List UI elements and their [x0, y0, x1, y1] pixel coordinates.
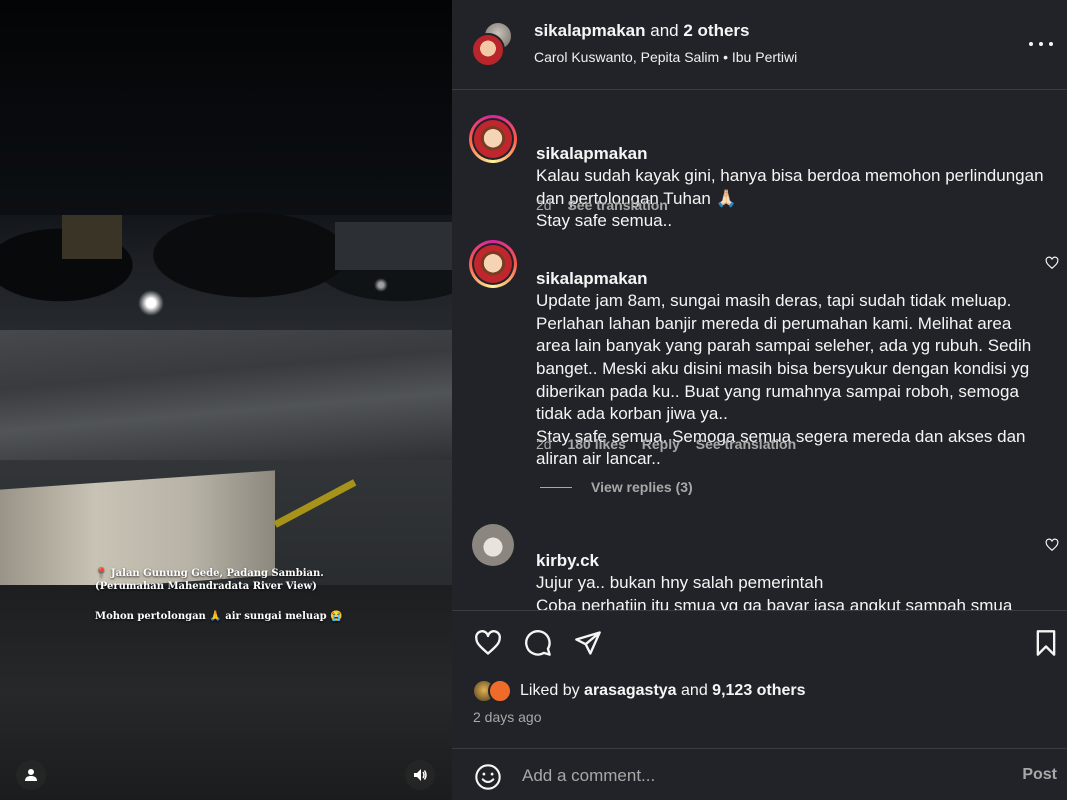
caption-location: 📍 Jalan Gunung Gede, Padang Sambian. (Pe…	[95, 568, 324, 592]
like-comment-heart-icon[interactable]	[1045, 538, 1059, 552]
liked-by-user[interactable]: arasagastya	[584, 682, 677, 699]
comment-meta: 2d See translation	[536, 197, 680, 213]
reply-button[interactable]: Reply	[642, 436, 680, 452]
comment-username[interactable]: sikalapmakan	[536, 269, 648, 288]
video-caption: 📍 Jalan Gunung Gede, Padang Sambian. (Pe…	[95, 567, 355, 623]
comment-username[interactable]: kirby.ck	[536, 551, 599, 570]
add-comment-bar: Post	[452, 748, 1067, 800]
comment-meta: 2d 180 likes Reply See translation	[536, 436, 808, 452]
post-authors[interactable]: sikalapmakan and 2 others	[534, 21, 750, 41]
others-link[interactable]: 2 others	[683, 21, 749, 40]
house-left	[62, 215, 122, 259]
house-right	[335, 222, 452, 270]
liked-by-others[interactable]: 9,123 others	[712, 682, 805, 699]
liker-avatar	[488, 679, 512, 703]
user-icon	[25, 769, 37, 781]
post-comment-button[interactable]: Post	[1022, 766, 1057, 784]
liked-by[interactable]: Liked by arasagastya and 9,123 others	[472, 678, 806, 704]
avatar[interactable]	[472, 524, 514, 566]
avatar[interactable]	[469, 240, 517, 288]
comments-list: sikalapmakan Kalau sudah kayak gini, han…	[452, 91, 1067, 610]
comment-likes[interactable]: 180 likes	[567, 436, 625, 452]
comment-time[interactable]: 2d	[536, 436, 552, 452]
comment-text: Jujur ya.. bukan hny salah pemerintah Co…	[536, 573, 1013, 610]
view-replies-button[interactable]: View replies (3)	[540, 479, 693, 495]
post-header: sikalapmakan and 2 others Carol Kuswanto…	[452, 0, 1067, 90]
comment-time[interactable]: 2d	[536, 197, 552, 213]
post-subtitle[interactable]: Carol Kuswanto, Pepita Salim • Ibu Perti…	[534, 49, 797, 65]
replies-divider	[540, 486, 572, 488]
tagged-users-button[interactable]	[16, 760, 46, 790]
post-panel: sikalapmakan and 2 others Carol Kuswanto…	[452, 0, 1067, 800]
avatar[interactable]	[469, 115, 517, 163]
video-player[interactable]: 📍 Jalan Gunung Gede, Padang Sambian. (Pe…	[0, 0, 452, 800]
street-light	[138, 290, 164, 316]
comment-bubble-icon[interactable]	[524, 629, 552, 657]
and-text: and	[650, 21, 679, 40]
night-sky	[0, 0, 452, 215]
more-options-icon[interactable]	[1029, 36, 1053, 52]
view-replies-label: View replies (3)	[591, 479, 693, 495]
like-comment-heart-icon[interactable]	[1045, 256, 1059, 270]
post-actions	[452, 610, 1067, 670]
comment-body: kirby.ck Jujur ya.. bukan hny salah peme…	[536, 527, 1038, 610]
share-send-icon[interactable]	[574, 629, 602, 657]
like-heart-icon[interactable]	[474, 629, 502, 657]
liked-by-text: Liked by arasagastya and 9,123 others	[520, 682, 806, 700]
yellow-railing	[273, 479, 357, 528]
see-translation-link[interactable]: See translation	[696, 436, 796, 452]
comment-input[interactable]	[522, 762, 992, 790]
save-bookmark-icon[interactable]	[1032, 629, 1060, 657]
liked-by-prefix: Liked by	[520, 682, 580, 699]
caption-message: Mohon pertolongan 🙏 air sungai meluap 😭	[95, 611, 343, 622]
author-avatar	[471, 33, 505, 67]
author-avatars[interactable]	[471, 21, 517, 67]
liked-by-and: and	[681, 682, 708, 699]
author-username[interactable]: sikalapmakan	[534, 21, 646, 40]
see-translation-link[interactable]: See translation	[567, 197, 667, 213]
post-date[interactable]: 2 days ago	[473, 709, 542, 725]
street-light-2	[374, 278, 388, 292]
flood-water	[0, 330, 452, 460]
sound-toggle-button[interactable]	[405, 760, 435, 790]
emoji-smiley-icon[interactable]	[474, 763, 502, 791]
comment-body: sikalapmakan Kalau sudah kayak gini, han…	[536, 120, 1066, 233]
speaker-icon	[414, 769, 427, 781]
comment-username[interactable]: sikalapmakan	[536, 144, 648, 163]
